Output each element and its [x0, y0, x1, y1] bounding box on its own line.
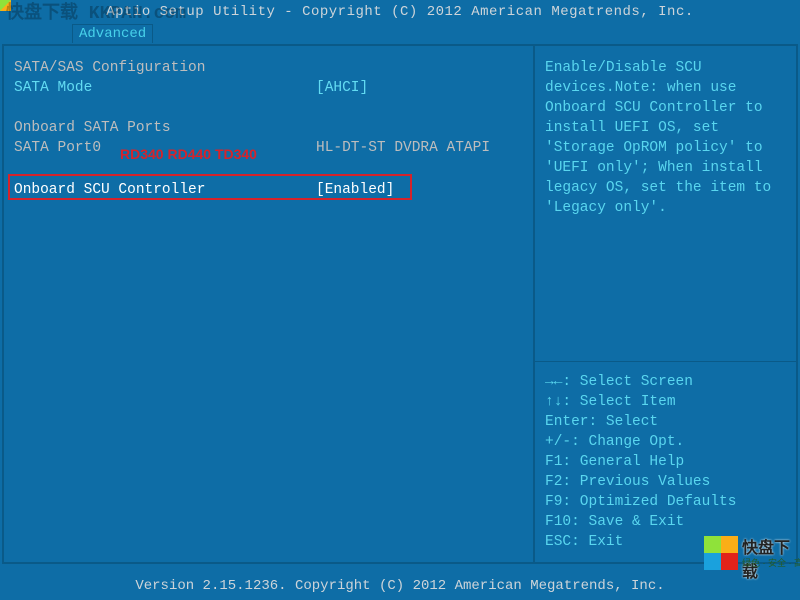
sata-port0-value: HL-DT-ST DVDRA ATAPI	[316, 138, 490, 158]
sata-mode-label: SATA Mode	[14, 78, 316, 98]
tab-advanced[interactable]: Advanced	[72, 24, 153, 43]
menu-tabs: Advanced	[0, 24, 800, 46]
section-onboard-sata-ports: Onboard SATA Ports	[14, 118, 316, 138]
help-pane: Enable/Disable SCU devices.Note: when us…	[534, 46, 796, 562]
section-sata-sas: SATA/SAS Configuration	[14, 58, 316, 78]
key-f9: F9: Optimized Defaults	[545, 492, 786, 512]
main-frame: SATA/SAS Configuration SATA Mode [AHCI] …	[2, 44, 798, 564]
watermark-badge-icon	[704, 536, 738, 570]
help-separator	[535, 361, 796, 362]
scu-label: Onboard SCU Controller	[14, 180, 316, 200]
sata-port0-row: SATA Port0 HL-DT-ST DVDRA ATAPI	[14, 138, 523, 158]
key-enter: Enter: Select	[545, 412, 786, 432]
sata-mode-value: [AHCI]	[316, 78, 368, 98]
help-text: Enable/Disable SCU devices.Note: when us…	[545, 58, 786, 218]
key-f10: F10: Save & Exit	[545, 512, 786, 532]
app-title: Aptio Setup Utility - Copyright (C) 2012…	[106, 4, 694, 20]
watermark-badge-sub: 绿色 · 安全 · 高速	[742, 556, 800, 569]
key-f2: F2: Previous Values	[545, 472, 786, 492]
watermark-text: 快盘下载 KKPAN.com	[6, 2, 186, 26]
key-change-opt: +/-: Change Opt.	[545, 432, 786, 452]
option-sata-mode[interactable]: SATA Mode [AHCI]	[14, 78, 523, 98]
key-f1: F1: General Help	[545, 452, 786, 472]
scu-value: [Enabled]	[316, 182, 394, 198]
settings-pane: SATA/SAS Configuration SATA Mode [AHCI] …	[4, 46, 534, 562]
option-onboard-scu-controller[interactable]: Onboard SCU Controller[Enabled]	[14, 178, 523, 202]
watermark-badge: 快盘下载 绿色 · 安全 · 高速	[704, 530, 796, 576]
title-bar: 快盘下载 KKPAN.com Aptio Setup Utility - Cop…	[0, 0, 800, 24]
footer-version: Version 2.15.1236. Copyright (C) 2012 Am…	[0, 572, 800, 600]
key-select-screen: →←: Select Screen	[545, 372, 786, 392]
overlay-annotation: RD340 RD440 TD340	[120, 144, 257, 164]
key-select-item: ↑↓: Select Item	[545, 392, 786, 412]
